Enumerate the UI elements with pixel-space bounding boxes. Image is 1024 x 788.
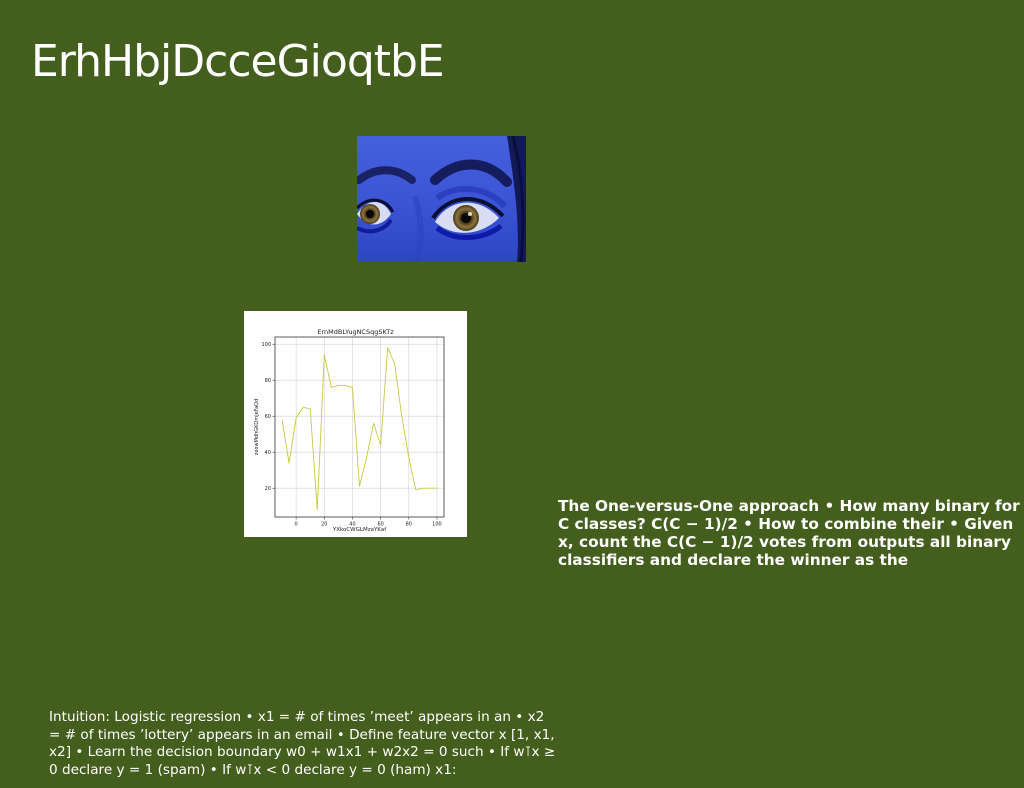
logistic-regression-text: Intuition: Logistic regression • x1 = # … <box>49 709 556 778</box>
y-tick-label: 100 <box>261 342 271 348</box>
x-tick-label: 20 <box>321 522 327 528</box>
y-tick-label: 80 <box>265 378 271 384</box>
y-tick-label: 40 <box>265 450 271 456</box>
y-tick-label: 20 <box>265 486 271 492</box>
eyes-photo <box>357 136 526 262</box>
slide-title: ErhHbjDcceGioqtbE <box>31 36 445 87</box>
x-tick-label: 80 <box>406 522 412 528</box>
y-axis-label: zeowMdhGKQmjeFaQd <box>254 399 260 456</box>
x-axis-label: YXkoCWGLMzaYKaf <box>332 527 387 533</box>
one-versus-one-text: The One-versus-One approach • How many b… <box>558 497 1020 569</box>
line-chart: ErnMdBLYugNCSqgSKTz 0 20 40 60 80 100 20 40 60 80… <box>244 311 467 537</box>
chart-title: ErnMdBLYugNCSqgSKTz <box>317 328 394 336</box>
plot-area <box>274 336 445 518</box>
series-line <box>281 347 437 511</box>
y-tick-label: 60 <box>265 414 271 420</box>
x-tick-label: 100 <box>432 522 442 528</box>
x-tick-label: 0 <box>295 522 298 528</box>
